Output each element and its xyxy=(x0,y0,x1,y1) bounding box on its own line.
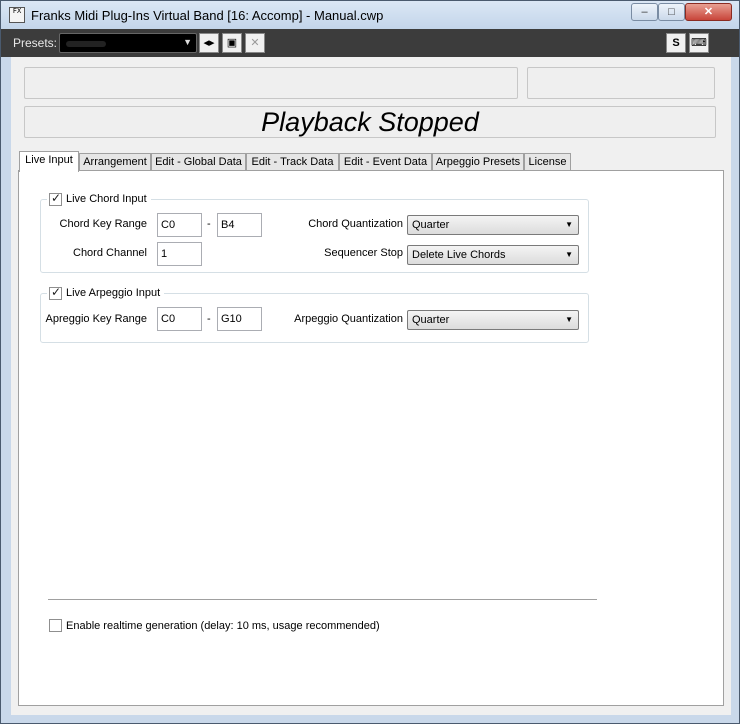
tab-edit-event-data[interactable]: Edit - Event Data xyxy=(339,153,432,171)
close-button[interactable]: ✕ xyxy=(685,3,732,21)
playback-status: Playback Stopped xyxy=(261,107,479,137)
app-window: FX Franks Midi Plug-Ins Virtual Band [16… xyxy=(0,0,740,724)
sequencer-stop-label: Sequencer Stop xyxy=(324,247,403,259)
arpeggio-quantization-select[interactable]: Quarter ▼ xyxy=(407,310,579,330)
realtime-generation-row: Enable realtime generation (delay: 10 ms… xyxy=(49,619,380,632)
checkmark-icon: ✓ xyxy=(51,190,62,205)
live-arpeggio-checkbox[interactable]: ✓ xyxy=(49,284,62,300)
chord-quantization-select[interactable]: Quarter ▼ xyxy=(407,215,579,235)
info-display-left xyxy=(24,67,518,99)
live-chord-legend: ✓ Live Chord Input xyxy=(47,190,151,206)
chord-quantization-value: Quarter xyxy=(412,219,450,231)
live-chord-checkbox[interactable]: ✓ xyxy=(49,190,62,206)
live-arpeggio-legend: ✓ Live Arpeggio Input xyxy=(47,284,165,300)
title-bar[interactable]: FX Franks Midi Plug-Ins Virtual Band [16… xyxy=(1,1,739,29)
chord-channel-label: Chord Channel xyxy=(73,247,147,259)
chord-key-range-separator: - xyxy=(207,218,211,230)
arpeggio-key-to-field[interactable]: G10 xyxy=(217,307,262,331)
preset-prev-next-button[interactable]: ◂▸ xyxy=(199,33,219,53)
preset-value xyxy=(66,41,106,47)
chord-key-from-field[interactable]: C0 xyxy=(157,213,202,237)
presets-toolbar: Presets: ▼ ◂▸ ▣ ✕ S ⌨ xyxy=(1,29,739,57)
arpeggio-quantization-label: Arpeggio Quantization xyxy=(294,313,403,325)
tab-live-input[interactable]: Live Input xyxy=(19,151,79,172)
arpeggio-quantization-value: Quarter xyxy=(412,314,450,326)
window-title: Franks Midi Plug-Ins Virtual Band [16: A… xyxy=(31,8,384,23)
presets-label: Presets: xyxy=(13,36,58,50)
arpeggio-key-from-field[interactable]: C0 xyxy=(157,307,202,331)
live-chord-title: Live Chord Input xyxy=(66,193,147,205)
chord-key-to-field[interactable]: B4 xyxy=(217,213,262,237)
tab-arrangement[interactable]: Arrangement xyxy=(79,153,151,171)
arpeggio-key-range-label: Apreggio Key Range xyxy=(45,313,147,325)
minimize-button[interactable]: – xyxy=(631,3,658,21)
sequencer-stop-select[interactable]: Delete Live Chords ▼ xyxy=(407,245,579,265)
chevron-down-icon: ▼ xyxy=(565,220,573,229)
chevron-down-icon: ▼ xyxy=(183,37,192,47)
realtime-generation-checkbox[interactable] xyxy=(49,619,62,632)
chord-key-range-label: Chord Key Range xyxy=(59,218,147,230)
live-arpeggio-title: Live Arpeggio Input xyxy=(66,287,161,299)
maximize-button[interactable]: □ xyxy=(658,3,685,21)
close-icon: ✕ xyxy=(703,6,714,18)
keyboard-button[interactable]: ⌨ xyxy=(689,33,709,53)
tab-license[interactable]: License xyxy=(524,153,571,171)
save-icon: ▣ xyxy=(226,37,238,49)
keyboard-icon: ⌨ xyxy=(691,37,707,49)
info-display-right xyxy=(527,67,715,99)
tab-edit-global-data[interactable]: Edit - Global Data xyxy=(151,153,246,171)
status-display: Playback Stopped xyxy=(24,106,716,138)
sequencer-stop-value: Delete Live Chords xyxy=(412,249,506,261)
separator xyxy=(48,599,597,600)
preset-select[interactable]: ▼ xyxy=(59,33,197,53)
save-preset-button[interactable]: ▣ xyxy=(222,33,242,53)
chevron-down-icon: ▼ xyxy=(565,315,573,324)
chevron-down-icon: ▼ xyxy=(565,250,573,259)
checkmark-icon: ✓ xyxy=(51,284,62,299)
app-icon: FX xyxy=(9,7,25,23)
minimize-icon: – xyxy=(641,6,648,18)
s-button-label: S xyxy=(672,37,680,49)
maximize-icon: □ xyxy=(668,6,675,18)
chord-quantization-label: Chord Quantization xyxy=(308,218,403,230)
delete-preset-button[interactable]: ✕ xyxy=(245,33,265,53)
s-button[interactable]: S xyxy=(666,33,686,53)
arpeggio-key-range-separator: - xyxy=(207,313,211,325)
delete-icon: ✕ xyxy=(250,37,260,49)
realtime-generation-label: Enable realtime generation (delay: 10 ms… xyxy=(66,619,380,632)
tab-arpeggio-presets[interactable]: Arpeggio Presets xyxy=(432,153,524,171)
prev-next-icon: ◂▸ xyxy=(203,37,215,49)
tab-edit-track-data[interactable]: Edit - Track Data xyxy=(246,153,339,171)
chord-channel-field[interactable]: 1 xyxy=(157,242,202,266)
